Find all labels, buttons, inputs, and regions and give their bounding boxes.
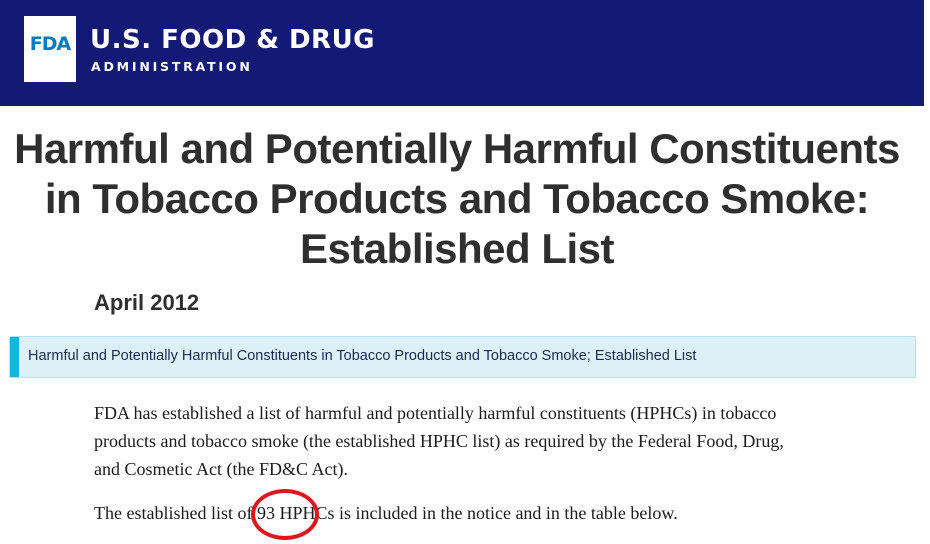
site-header: FDA U.S. FOOD & DRUG ADMINISTRATION xyxy=(0,0,924,106)
page-title: Harmful and Potentially Harmful Constitu… xyxy=(14,125,900,272)
agency-subtitle[interactable]: ADMINISTRATION xyxy=(91,59,253,74)
publication-date: April 2012 xyxy=(94,290,200,315)
document-link-box: Harmful and Potentially Harmful Constitu… xyxy=(9,336,916,378)
intro-paragraph: FDA has established a list of harmful an… xyxy=(94,403,784,479)
hphc-count-paragraph: The established list of 93 HPHCs is incl… xyxy=(94,503,678,523)
highlight-circle-annotation xyxy=(251,489,319,540)
link-box-accent-bar xyxy=(10,337,19,377)
document-link[interactable]: Harmful and Potentially Harmful Constitu… xyxy=(28,348,696,364)
fda-logo-text: FDA xyxy=(29,33,71,55)
fda-logo[interactable]: FDA xyxy=(24,16,76,82)
agency-name[interactable]: U.S. FOOD & DRUG xyxy=(90,25,375,55)
